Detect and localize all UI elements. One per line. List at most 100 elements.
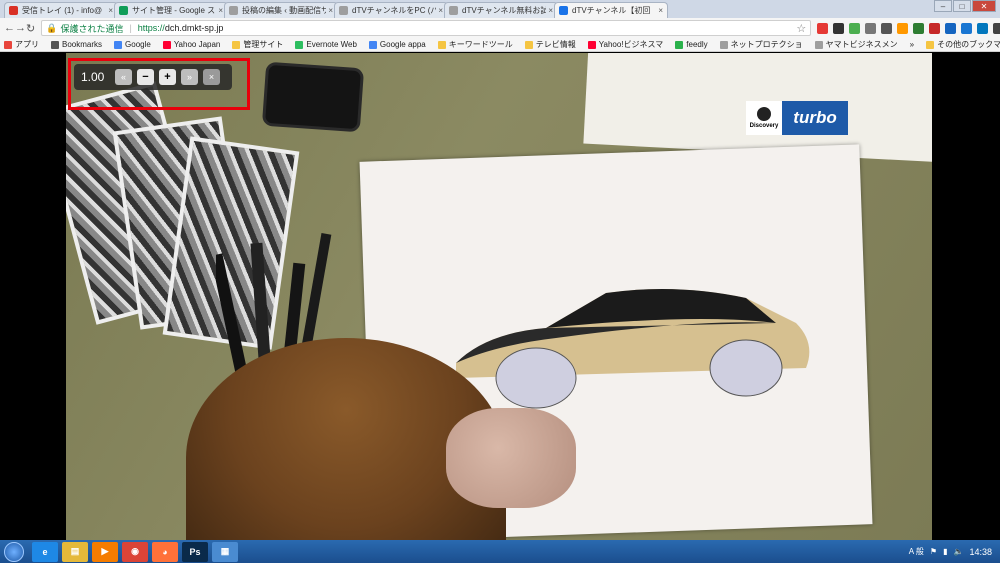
chrome-icon[interactable]: ◉ xyxy=(122,541,148,562)
bookmarks-overflow-button[interactable]: » xyxy=(910,39,914,50)
tab-close-icon[interactable]: × xyxy=(438,6,443,15)
media-player-icon[interactable]: ▶ xyxy=(92,541,118,562)
folder-icon xyxy=(524,40,533,49)
ime-indicator[interactable]: A 般 xyxy=(909,546,924,557)
screenshot-ext-icon[interactable] xyxy=(865,22,877,34)
bookmark-label: ネットプロテクショ xyxy=(730,40,803,49)
channel-logo: Discovery turbo xyxy=(746,101,848,135)
tab-close-icon[interactable]: × xyxy=(658,6,663,15)
explorer-icon[interactable]: ▤ xyxy=(62,541,88,562)
tab-label: dTVチャンネル無料お試 xyxy=(462,6,547,15)
bookmark-label: テレビ情報 xyxy=(535,40,576,49)
bookmark-item[interactable]: Evernote Web xyxy=(295,39,357,50)
menu-icon[interactable] xyxy=(993,22,1000,34)
bookmark-item[interactable]: Yahoo Japan xyxy=(162,39,220,50)
bookmark-item[interactable]: 管理サイト xyxy=(232,39,283,50)
ext-icon[interactable] xyxy=(897,22,909,34)
lock-icon: 🔒 xyxy=(46,22,58,33)
bookmark-item[interactable]: Bookmarks xyxy=(51,39,102,50)
bookmark-item[interactable]: ネットプロテクショ xyxy=(719,39,803,50)
bookmark-item[interactable]: Google xyxy=(114,39,151,50)
network-icon[interactable]: ▮ xyxy=(943,547,947,556)
bookmark-label: Google appa xyxy=(379,40,426,49)
tab-close-icon[interactable]: × xyxy=(218,6,223,15)
ext-icon[interactable] xyxy=(945,22,957,34)
bookmark-item[interactable]: テレビ情報 xyxy=(524,39,576,50)
page-icon xyxy=(339,6,348,15)
highlight-box xyxy=(68,58,250,110)
ext-icon[interactable] xyxy=(961,22,973,34)
tab-label: dTVチャンネル【初回 xyxy=(572,6,651,15)
turbo-logo-text: turbo xyxy=(782,101,848,135)
image-viewer-icon[interactable]: ▦ xyxy=(212,541,238,562)
bookmark-item[interactable]: アプリ xyxy=(4,39,39,50)
bookmark-item[interactable]: Google appa xyxy=(368,39,426,50)
gmail-icon xyxy=(9,6,18,15)
tab-label: dTVチャンネルをPC (パ xyxy=(352,6,437,15)
browser-toolbar: ← → ↻ 🔒 保護された通信 | https:// dch.dmkt-sp.j… xyxy=(0,18,1000,38)
browser-tab[interactable]: サイト管理 - Google ス × xyxy=(114,2,228,18)
ie-icon[interactable]: e xyxy=(32,541,58,562)
close-window-button[interactable]: ✕ xyxy=(972,0,996,12)
tab-close-icon[interactable]: × xyxy=(328,6,333,15)
bookmark-item[interactable]: キーワードツール xyxy=(437,39,513,50)
pocket-ext-icon[interactable] xyxy=(833,22,845,34)
feedly-icon xyxy=(675,40,684,49)
firefox-icon[interactable]: ◕ xyxy=(152,541,178,562)
browser-tab[interactable]: 受信トレイ (1) - info@ × xyxy=(4,2,118,18)
start-button[interactable] xyxy=(4,541,24,562)
evernote-icon xyxy=(295,40,304,49)
back-button[interactable]: ← xyxy=(4,22,15,34)
bookmark-label: ヤマトビジネスメン xyxy=(825,40,898,49)
bookmark-item[interactable]: feedly xyxy=(675,39,708,50)
bookmark-label: Google xyxy=(125,40,151,49)
flag-icon[interactable]: ⚑ xyxy=(930,547,937,556)
tab-close-icon[interactable]: × xyxy=(548,6,553,15)
evernote-ext-icon[interactable] xyxy=(849,22,861,34)
apps-icon xyxy=(4,40,12,49)
star-icon xyxy=(51,40,59,49)
window-controls: – □ ✕ xyxy=(933,0,996,12)
tab-strip: 受信トレイ (1) - info@ × サイト管理 - Google ス × 投稿の編集… xyxy=(0,0,1000,18)
secure-label: 保護された通信 xyxy=(60,23,124,34)
youtube-ext-icon[interactable] xyxy=(817,22,829,34)
google-icon xyxy=(368,40,377,49)
ext-icon[interactable] xyxy=(913,22,925,34)
folder-icon xyxy=(232,40,241,49)
ext-icon[interactable] xyxy=(881,22,893,34)
forward-button[interactable]: → xyxy=(15,22,26,34)
url-host: dch.dmkt-sp.jp xyxy=(164,23,224,33)
browser-tab[interactable]: 投稿の編集 ‹ 動画配信サ × xyxy=(224,2,338,18)
extension-icons xyxy=(817,22,1000,34)
clock[interactable]: 14:38 xyxy=(969,547,992,557)
bookmark-label: feedly xyxy=(686,40,708,49)
folder-icon xyxy=(437,40,446,49)
bookmark-label: キーワードツール xyxy=(448,40,513,49)
minimize-button[interactable]: – xyxy=(934,0,952,12)
bookmark-label: Yahoo!ビジネスマ xyxy=(598,40,664,49)
ext-icon[interactable] xyxy=(929,22,941,34)
volume-icon[interactable]: 🔈 xyxy=(954,547,964,556)
bookmark-star-icon[interactable]: ☆ xyxy=(796,22,806,35)
video-player[interactable]: Discovery turbo xyxy=(66,53,932,540)
video-car-sketch xyxy=(456,289,810,409)
browser-tab[interactable]: dTVチャンネルをPC (パ × xyxy=(334,2,448,18)
yahoo-icon xyxy=(587,40,596,49)
other-bookmarks[interactable]: その他のブックマーク xyxy=(926,39,1000,50)
browser-tab[interactable]: dTVチャンネル【初回 × xyxy=(554,2,668,18)
page-icon xyxy=(814,40,823,49)
ext-icon[interactable] xyxy=(977,22,989,34)
google-icon xyxy=(114,40,123,49)
bookmark-item[interactable]: ヤマトビジネスメン xyxy=(814,39,898,50)
yahoo-icon xyxy=(162,40,171,49)
bookmark-item[interactable]: Yahoo!ビジネスマ xyxy=(587,39,664,50)
photoshop-icon[interactable]: Ps xyxy=(182,541,208,562)
tab-close-icon[interactable]: × xyxy=(108,6,113,15)
bookmark-label: Evernote Web xyxy=(306,40,357,49)
folder-icon xyxy=(926,40,935,49)
address-bar[interactable]: 🔒 保護された通信 | https:// dch.dmkt-sp.jp ☆ xyxy=(41,20,812,36)
maximize-button[interactable]: □ xyxy=(953,0,971,12)
page-icon xyxy=(229,6,238,15)
browser-tab[interactable]: dTVチャンネル無料お試 × xyxy=(444,2,558,18)
reload-button[interactable]: ↻ xyxy=(26,22,35,35)
